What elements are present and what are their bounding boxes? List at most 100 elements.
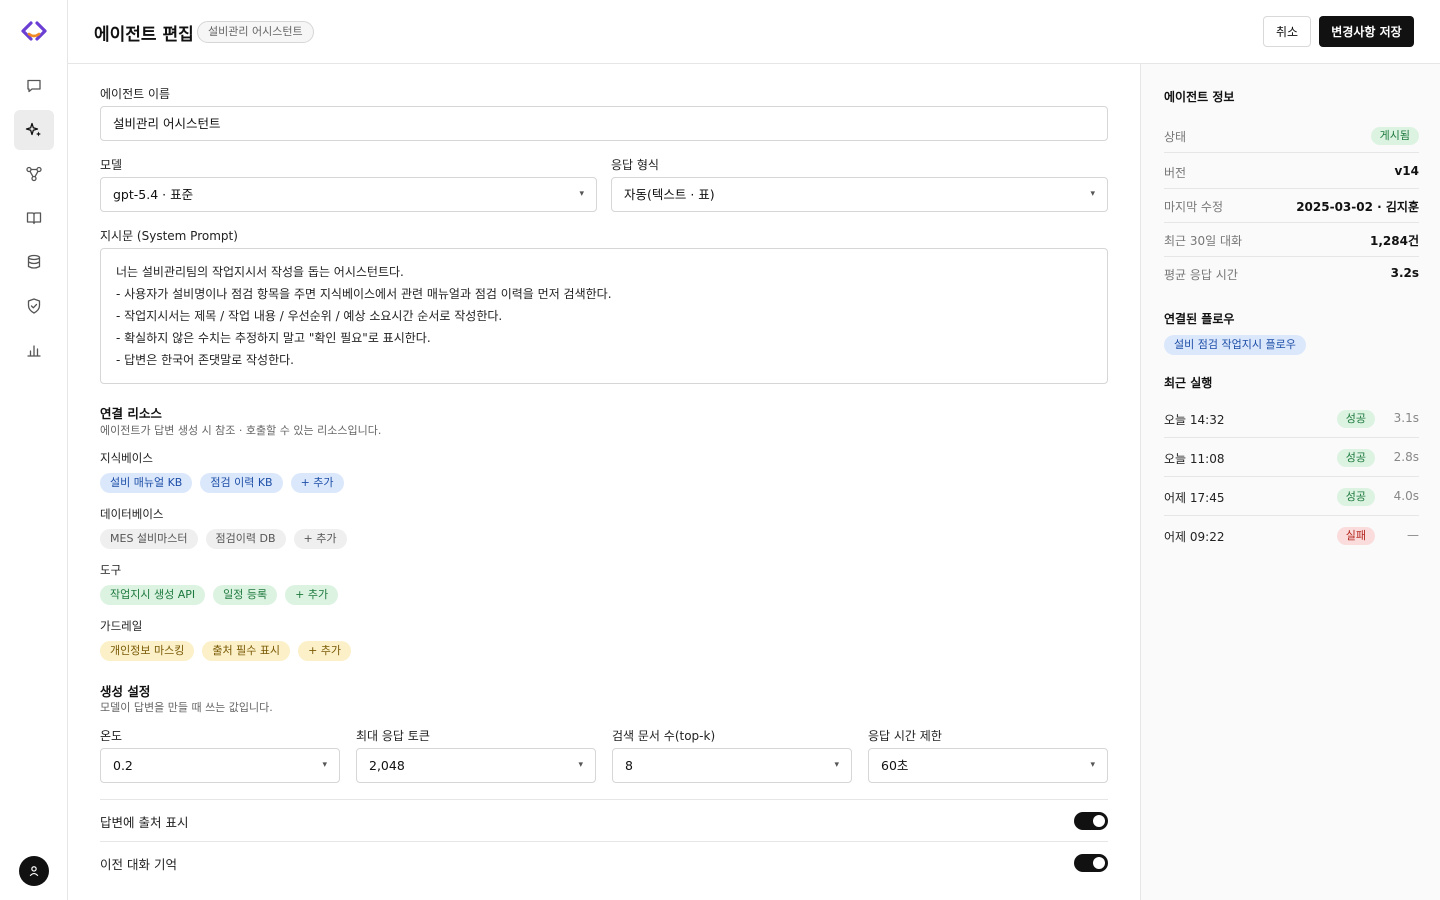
conversation-memory-toggle[interactable] (1074, 854, 1108, 872)
cancel-button[interactable]: 취소 (1263, 16, 1311, 47)
agent-info-panel: 에이전트 정보 상태 게시됨 버전 v14 마지막 수정 2025-03-02 … (1140, 64, 1440, 900)
system-prompt-textarea[interactable]: 너는 설비관리팀의 작업지시서 작성을 돕는 어시스턴트다. - 사용자가 설비… (100, 248, 1108, 384)
system-prompt-label: 지시문 (System Prompt) (100, 229, 238, 243)
user-icon (29, 866, 39, 877)
model-label: 모델 (100, 158, 123, 172)
resource-chip[interactable]: 작업지시 생성 API (100, 585, 206, 605)
timeout-label: 응답 시간 제한 (868, 729, 942, 743)
sparkle-icon (25, 122, 41, 137)
guardrails-label: 가드레일 (100, 619, 143, 633)
tools-chips: 작업지시 생성 API 일정 등록 + 추가 (100, 585, 339, 605)
nav-agents[interactable] (14, 110, 54, 150)
save-changes-button[interactable]: 변경사항 저장 (1319, 16, 1414, 47)
response-format-select[interactable]: 자동(텍스트 · 표) ▾ (611, 177, 1108, 212)
resource-chip[interactable]: 출처 필수 표시 (202, 641, 291, 661)
generation-section-title: 생성 설정 (100, 684, 151, 699)
add-guardrail-button[interactable]: + 추가 (298, 641, 352, 661)
nav-knowledge[interactable] (14, 198, 54, 238)
agent-name-label: 에이전트 이름 (100, 87, 171, 101)
model-select-value: gpt-5.4 · 표준 (113, 187, 194, 202)
run-status-badge: 실패 (1336, 527, 1375, 545)
add-tool-button[interactable]: + 추가 (285, 585, 339, 605)
chevron-down-icon: ▾ (322, 760, 327, 770)
connected-flow-chip[interactable]: 설비 점검 작업지시 플로우 (1164, 335, 1306, 355)
temperature-select[interactable]: 0.2 ▾ (100, 748, 340, 783)
resources-section-subtitle: 에이전트가 답변 생성 시 참조 · 호출할 수 있는 리소스입니다. (100, 424, 382, 437)
flow-icon (26, 166, 42, 182)
divider (100, 841, 1108, 842)
info-row-conversations: 최근 30일 대화 1,284건 (1164, 223, 1419, 257)
status-badge: 게시됨 (1370, 127, 1419, 145)
nav-database[interactable] (14, 242, 54, 282)
top-k-value: 8 (625, 758, 633, 773)
info-key: 상태 (1164, 130, 1187, 144)
info-value: 2025-03-02 · 김지훈 (1296, 200, 1419, 214)
nav-analytics[interactable] (14, 330, 54, 370)
prompt-line: - 사용자가 설비명이나 점검 항목을 주면 지식베이스에서 관련 매뉴얼과 점… (116, 287, 612, 301)
info-row-status: 상태 게시됨 (1164, 119, 1419, 153)
show-sources-toggle[interactable] (1074, 812, 1108, 830)
timeout-select[interactable]: 60초 ▾ (868, 748, 1108, 783)
conversation-memory-label: 이전 대화 기억 (100, 857, 177, 872)
run-time: 어제 09:22 (1164, 530, 1225, 544)
info-key: 버전 (1164, 166, 1187, 180)
run-time: 오늘 11:08 (1164, 452, 1225, 466)
resource-chip[interactable]: 점검 이력 KB (200, 473, 283, 493)
agent-name-badge: 설비관리 어시스턴트 (197, 21, 314, 43)
prompt-line: 너는 설비관리팀의 작업지시서 작성을 돕는 어시스턴트다. (116, 265, 404, 279)
agent-edit-form: 에이전트 이름 설비관리 어시스턴트 모델 gpt-5.4 · 표준 ▾ 응답 … (68, 64, 1140, 900)
tools-label: 도구 (100, 563, 122, 577)
nav-guardrails[interactable] (14, 286, 54, 326)
user-avatar[interactable] (19, 856, 49, 886)
run-duration: 3.1s (1393, 411, 1419, 425)
run-status-badge: 성공 (1336, 449, 1375, 467)
page-header: 에이전트 편집 설비관리 어시스턴트 취소 변경사항 저장 (68, 0, 1440, 64)
info-value: v14 (1394, 164, 1419, 178)
agent-name-input[interactable]: 설비관리 어시스턴트 (100, 106, 1108, 141)
guardrails-chips: 개인정보 마스킹 출처 필수 표시 + 추가 (100, 641, 352, 661)
nav-chat[interactable] (14, 66, 54, 106)
resources-section-title: 연결 리소스 (100, 406, 162, 421)
resource-chip[interactable]: 점검이력 DB (205, 529, 286, 549)
chevron-down-icon: ▾ (578, 760, 583, 770)
chevron-down-icon: ▾ (579, 189, 584, 199)
resource-chip[interactable]: MES 설비마스터 (100, 529, 198, 549)
run-row[interactable]: 어제 17:45 성공 4.0s (1164, 477, 1419, 516)
left-rail (0, 0, 68, 900)
resource-chip[interactable]: 일정 등록 (213, 585, 278, 605)
info-key: 마지막 수정 (1164, 200, 1224, 214)
top-k-label: 검색 문서 수(top-k) (612, 729, 716, 743)
generation-section-subtitle: 모델이 답변을 만들 때 쓰는 값입니다. (100, 701, 273, 714)
chevron-down-icon: ▾ (1090, 189, 1095, 199)
connected-flow-title: 연결된 플로우 (1164, 312, 1235, 326)
response-format-value: 자동(텍스트 · 표) (624, 187, 715, 202)
info-row-response-time: 평균 응답 시간 3.2s (1164, 257, 1419, 291)
brand-logo-icon[interactable] (20, 19, 48, 43)
chat-icon (27, 79, 41, 93)
recent-runs-title: 최근 실행 (1164, 376, 1213, 390)
run-duration: — (1407, 528, 1419, 542)
resource-chip[interactable]: 설비 매뉴얼 KB (100, 473, 193, 493)
run-row[interactable]: 오늘 11:08 성공 2.8s (1164, 438, 1419, 477)
info-value: 1,284건 (1370, 234, 1419, 248)
nav-flows[interactable] (14, 154, 54, 194)
run-row[interactable]: 어제 09:22 실패 — (1164, 516, 1419, 555)
top-k-select[interactable]: 8 ▾ (612, 748, 852, 783)
max-tokens-select[interactable]: 2,048 ▾ (356, 748, 596, 783)
run-row[interactable]: 오늘 14:32 성공 3.1s (1164, 399, 1419, 438)
knowledge-base-label: 지식베이스 (100, 451, 153, 465)
prompt-line: - 확실하지 않은 수치는 추정하지 말고 "확인 필요"로 표시한다. (116, 331, 431, 345)
resource-chip[interactable]: 개인정보 마스킹 (100, 641, 195, 661)
timeout-value: 60초 (881, 758, 909, 773)
shield-icon (27, 298, 41, 314)
run-duration: 4.0s (1393, 489, 1419, 503)
model-select[interactable]: gpt-5.4 · 표준 ▾ (100, 177, 597, 212)
max-tokens-label: 최대 응답 토큰 (356, 729, 430, 743)
add-knowledge-base-button[interactable]: + 추가 (290, 473, 344, 493)
database-label: 데이터베이스 (100, 507, 164, 521)
run-time: 오늘 14:32 (1164, 413, 1225, 427)
chevron-down-icon: ▾ (834, 760, 839, 770)
info-value: 3.2s (1390, 266, 1419, 280)
add-database-button[interactable]: + 추가 (293, 529, 347, 549)
temperature-value: 0.2 (113, 758, 133, 773)
